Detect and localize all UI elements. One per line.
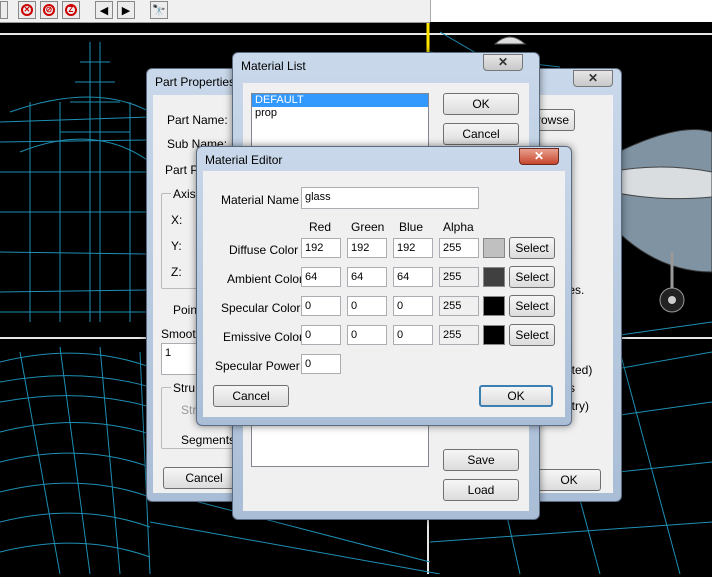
y-label: Y: bbox=[171, 239, 182, 253]
ambient-blue-input[interactable]: 64 bbox=[393, 267, 433, 287]
specular-blue-input[interactable]: 0 bbox=[393, 296, 433, 316]
emissive-alpha-input[interactable]: 255 bbox=[439, 325, 479, 345]
emissive-color-label: Emissive Color bbox=[223, 330, 304, 344]
load-button[interactable]: Load bbox=[443, 479, 519, 501]
specular-power-input[interactable]: 0 bbox=[301, 354, 341, 374]
point-label: Poin bbox=[173, 303, 198, 317]
close-icon[interactable]: ✕ bbox=[519, 148, 559, 165]
emissive-blue-input[interactable]: 0 bbox=[393, 325, 433, 345]
ambient-select-button[interactable]: Select bbox=[509, 266, 555, 288]
material-list-ok-button[interactable]: OK bbox=[443, 93, 519, 115]
ambient-color-label: Ambient Color bbox=[227, 272, 304, 286]
right-ok-button[interactable]: OK bbox=[537, 469, 601, 491]
smooth-label: Smoot bbox=[161, 327, 196, 341]
list-item[interactable]: DEFAULT bbox=[252, 94, 428, 107]
close-icon[interactable]: ✕ bbox=[573, 70, 613, 87]
diffuse-red-input[interactable]: 192 bbox=[301, 238, 341, 258]
toolbar-right-pane bbox=[430, 0, 712, 22]
z-label: Z: bbox=[171, 265, 182, 279]
alpha-header: Alpha bbox=[443, 220, 474, 234]
no-select-icon[interactable]: ⊘ bbox=[40, 1, 58, 19]
axis-label: Axis bbox=[171, 187, 198, 201]
close-icon[interactable]: ✕ bbox=[483, 54, 523, 71]
material-list-cancel-button[interactable]: Cancel bbox=[443, 123, 519, 145]
str-label: Str bbox=[181, 403, 197, 417]
no-select-icon[interactable]: Z bbox=[62, 1, 80, 19]
segments-label: Segments: bbox=[181, 433, 239, 447]
x-label: X: bbox=[171, 213, 183, 227]
blue-header: Blue bbox=[399, 220, 424, 234]
binoculars-icon[interactable]: 🔭 bbox=[150, 1, 168, 19]
window-title: Material List bbox=[241, 59, 306, 73]
specular-power-label: Specular Power bbox=[215, 359, 300, 373]
specular-swatch bbox=[483, 296, 505, 316]
diffuse-swatch bbox=[483, 238, 505, 258]
part-name-label: Part Name: bbox=[167, 113, 228, 127]
no-select-icon[interactable]: ✕ bbox=[18, 1, 36, 19]
list-item[interactable]: prop bbox=[252, 107, 428, 120]
specular-green-input[interactable]: 0 bbox=[347, 296, 387, 316]
material-editor-cancel-button[interactable]: Cancel bbox=[213, 385, 289, 407]
specular-select-button[interactable]: Select bbox=[509, 295, 555, 317]
emissive-green-input[interactable]: 0 bbox=[347, 325, 387, 345]
emissive-select-button[interactable]: Select bbox=[509, 324, 555, 346]
emissive-swatch bbox=[483, 325, 505, 345]
specular-color-label: Specular Color bbox=[221, 301, 301, 315]
toolbar: ✕ ⊘ Z ◀ ▶ 🔭 bbox=[0, 0, 430, 23]
material-name-label: Material Name bbox=[221, 193, 300, 207]
red-header: Red bbox=[309, 220, 332, 234]
green-header: Green bbox=[351, 220, 385, 234]
right-arrow-icon[interactable]: ▶ bbox=[117, 1, 135, 19]
ambient-alpha-input[interactable]: 255 bbox=[439, 267, 479, 287]
material-editor-window: Material Editor ✕ Material Name glass Re… bbox=[196, 146, 572, 426]
ambient-swatch bbox=[483, 267, 505, 287]
diffuse-select-button[interactable]: Select bbox=[509, 237, 555, 259]
left-arrow-icon[interactable]: ◀ bbox=[95, 1, 113, 19]
diffuse-green-input[interactable]: 192 bbox=[347, 238, 387, 258]
diffuse-alpha-input[interactable]: 255 bbox=[439, 238, 479, 258]
diffuse-color-label: Diffuse Color bbox=[229, 243, 299, 257]
window-title: Part Properties bbox=[155, 75, 236, 89]
material-editor-client: Material Name glass Red Green Blue Alpha… bbox=[203, 171, 565, 417]
specular-alpha-input[interactable]: 255 bbox=[439, 296, 479, 316]
struct-label: Stru bbox=[171, 381, 198, 395]
specular-red-input[interactable]: 0 bbox=[301, 296, 341, 316]
material-editor-ok-button[interactable]: OK bbox=[479, 385, 553, 407]
ambient-red-input[interactable]: 64 bbox=[301, 267, 341, 287]
window-title: Material Editor bbox=[205, 153, 283, 167]
emissive-red-input[interactable]: 0 bbox=[301, 325, 341, 345]
ambient-green-input[interactable]: 64 bbox=[347, 267, 387, 287]
toolbar-grip bbox=[0, 1, 8, 19]
diffuse-blue-input[interactable]: 192 bbox=[393, 238, 433, 258]
material-name-input[interactable]: glass bbox=[301, 187, 479, 209]
save-button[interactable]: Save bbox=[443, 449, 519, 471]
